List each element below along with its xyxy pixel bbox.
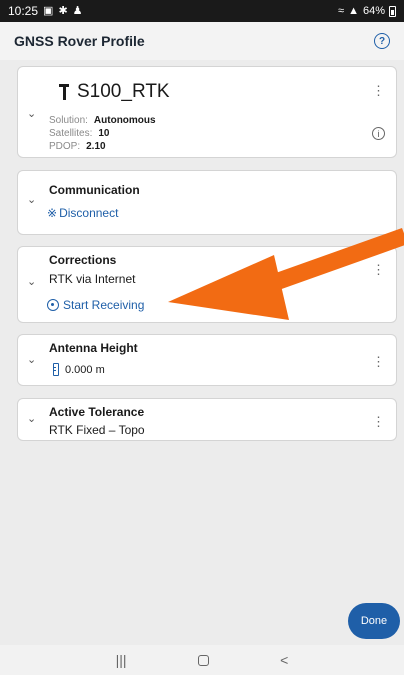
- antenna-icon: [59, 83, 69, 101]
- more-options-icon[interactable]: ⋮: [372, 415, 385, 428]
- solution-row: Solution: Autonomous: [49, 114, 156, 127]
- antenna-height-value: 0.000 m: [65, 363, 105, 376]
- corrections-title: Corrections: [49, 253, 117, 267]
- chevron-down-icon[interactable]: ⌄: [27, 353, 36, 366]
- antenna-height-row: 0.000 m: [53, 363, 105, 376]
- antenna-height-title: Antenna Height: [49, 341, 138, 355]
- communication-title: Communication: [49, 183, 140, 197]
- wifi-icon: ≈: [338, 4, 345, 17]
- chevron-down-icon[interactable]: ⌄: [27, 275, 36, 288]
- more-options-icon[interactable]: ⋮: [372, 84, 385, 97]
- satellites-value: 10: [98, 128, 110, 139]
- system-nav-bar: ||| <: [0, 645, 404, 675]
- corrections-card[interactable]: ⌄ Corrections ⋮ RTK via Internet Start R…: [17, 246, 397, 323]
- antenna-height-card[interactable]: ⌄ Antenna Height ⋮ 0.000 m: [17, 334, 397, 386]
- active-tolerance-value: RTK Fixed – Topo: [49, 423, 145, 437]
- pdop-label: PDOP:: [49, 141, 81, 152]
- battery-icon: [389, 5, 396, 17]
- battery-percent: 64%: [362, 5, 385, 17]
- ruler-icon: [53, 363, 59, 376]
- receiver-card[interactable]: ⌄ S100_RTK ⋮ Solution: Autonomous Satell…: [17, 66, 397, 158]
- more-options-icon[interactable]: ⋮: [372, 263, 385, 276]
- info-icon[interactable]: i: [372, 127, 385, 140]
- chevron-down-icon[interactable]: ⌄: [27, 193, 36, 206]
- chevron-down-icon[interactable]: ⌄: [27, 412, 36, 425]
- disconnect-label: Disconnect: [59, 206, 119, 220]
- app-header: GNSS Rover Profile ?: [0, 22, 404, 60]
- profile-content: ⌄ S100_RTK ⋮ Solution: Autonomous Satell…: [0, 60, 404, 645]
- active-tolerance-card[interactable]: ⌄ Active Tolerance ⋮ RTK Fixed – Topo: [17, 398, 397, 441]
- active-tolerance-title: Active Tolerance: [49, 405, 145, 419]
- bluetooth-off-icon: ※: [47, 206, 58, 220]
- page-title: GNSS Rover Profile: [14, 33, 145, 49]
- signal-icon: ▲: [348, 4, 359, 17]
- recent-apps-icon[interactable]: |||: [116, 652, 127, 668]
- satellites-label: Satellites:: [49, 128, 93, 139]
- solution-value: Autonomous: [93, 115, 156, 126]
- start-receiving-link[interactable]: Start Receiving: [47, 298, 144, 312]
- gallery-icon: ▣: [43, 4, 54, 17]
- back-icon[interactable]: <: [280, 652, 288, 668]
- solution-label: Solution:: [49, 115, 88, 126]
- receive-signal-icon: [47, 299, 59, 311]
- receiver-name: S100_RTK: [77, 81, 170, 102]
- communication-card[interactable]: ⌄ Communication ※ Disconnect: [17, 170, 397, 235]
- start-receiving-label: Start Receiving: [63, 298, 145, 312]
- disconnect-link[interactable]: ※ Disconnect: [47, 206, 118, 220]
- more-options-icon[interactable]: ⋮: [372, 355, 385, 368]
- done-button[interactable]: Done: [348, 603, 400, 639]
- chevron-down-icon[interactable]: ⌄: [27, 107, 36, 120]
- satellites-row: Satellites: 10: [49, 127, 156, 140]
- person-icon: ♟: [72, 4, 83, 17]
- receiver-info: Solution: Autonomous Satellites: 10 PDOP…: [49, 114, 156, 153]
- pdop-row: PDOP: 2.10: [49, 140, 156, 153]
- status-bar: 10:25 ▣ ✱ ♟ ≈ ▲ 64%: [0, 0, 404, 22]
- receiver-title: S100_RTK: [59, 81, 170, 103]
- home-icon[interactable]: [197, 654, 209, 666]
- help-icon[interactable]: ?: [374, 33, 390, 49]
- status-time: 10:25: [8, 4, 39, 18]
- corrections-source: RTK via Internet: [49, 272, 136, 286]
- settings-icon: ✱: [58, 4, 68, 17]
- pdop-value: 2.10: [86, 141, 106, 152]
